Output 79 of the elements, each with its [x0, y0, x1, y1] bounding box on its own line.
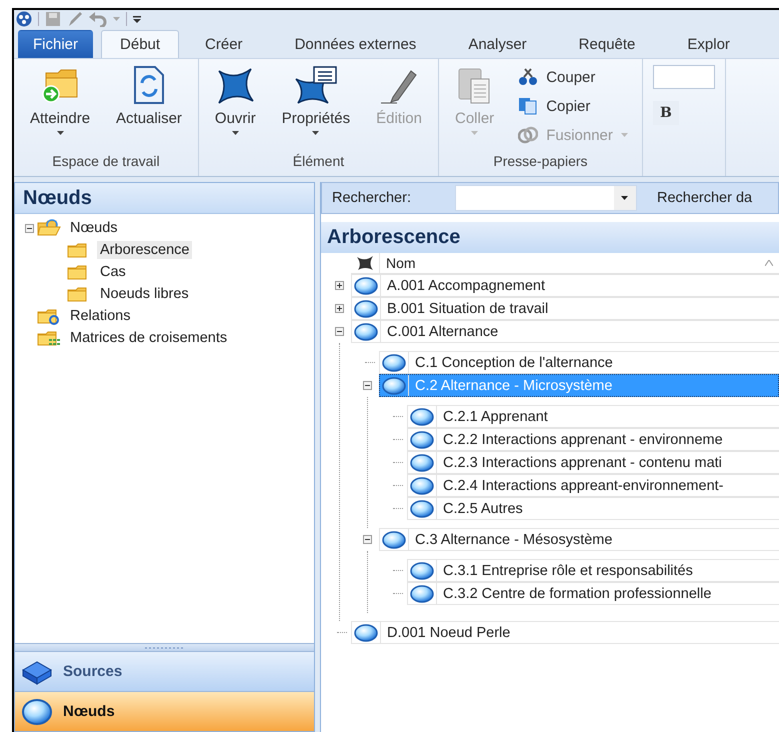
ribbon-tab[interactable]: Début [101, 30, 180, 58]
expand-toggle[interactable] [334, 304, 344, 313]
tree-row[interactable]: D.001 Noeud Perle [351, 621, 779, 644]
navigation-button[interactable]: Sources [15, 651, 314, 691]
tree-item[interactable]: Nœuds [37, 218, 124, 238]
tree-row[interactable]: C.1 Conception de l'alternance [379, 351, 779, 374]
open-folder-icon [37, 219, 61, 237]
bold-button[interactable]: B [652, 101, 679, 125]
font-field[interactable] [652, 65, 715, 89]
tree-item[interactable]: Noeuds libres [67, 284, 195, 304]
folder-icon [37, 329, 61, 347]
merge-icon [518, 126, 538, 144]
file-tab[interactable]: Fichier [18, 30, 94, 58]
sphere-icon [410, 584, 434, 602]
view-title: Arborescence [321, 222, 779, 253]
tree-row[interactable]: C.2.2 Interactions apprenant - environneme [407, 428, 779, 451]
tree-row[interactable]: C.2.5 Autres [407, 497, 779, 520]
collapse-toggle[interactable] [362, 381, 372, 390]
sort-icon [765, 260, 773, 266]
copy-icon [518, 97, 538, 115]
collapse-toggle[interactable] [362, 535, 372, 544]
scissors-icon [518, 68, 538, 86]
sphere-icon [354, 300, 378, 318]
sphere-icon [410, 476, 434, 494]
sphere-icon [382, 530, 406, 548]
tree-row[interactable]: B.001 Situation de travail [351, 297, 779, 320]
app-logo-icon[interactable] [16, 11, 32, 27]
ribbon-tab[interactable]: Données externes [268, 30, 442, 58]
tree-row[interactable]: C.2.4 Interactions appreant-environnement- [407, 474, 779, 497]
sphere-icon [354, 624, 378, 642]
ribbon-button[interactable]: Copier [514, 94, 632, 118]
sphere-icon [354, 276, 378, 294]
tree-row[interactable]: C.3.2 Centre de formation professionnelle [407, 582, 779, 605]
tree-row[interactable]: A.001 Accompagnement [351, 274, 779, 297]
ribbon-button[interactable]: Couper [514, 65, 632, 89]
sphere-icon [410, 562, 434, 580]
sphere-icon [410, 408, 434, 426]
sphere-icon [21, 698, 53, 726]
tree-row[interactable]: C.3 Alternance - Mésosystème [379, 528, 779, 551]
sphere-icon [382, 376, 406, 394]
panel-title: Nœuds [15, 183, 314, 214]
group-label: Espace de travail [51, 153, 161, 171]
ribbon-button[interactable]: Atteindre [24, 65, 96, 153]
navigation-button[interactable]: Nœuds [15, 691, 314, 731]
tree-row[interactable]: C.2.3 Interactions apprenant - contenu mati [407, 451, 779, 474]
ribbon-button[interactable]: Ouvrir [208, 65, 262, 153]
tree-item[interactable]: Matrices de croisements [37, 328, 234, 348]
expand-toggle[interactable] [334, 281, 344, 290]
refresh-document-icon [132, 65, 165, 105]
search-scope-label: Rechercher da [656, 190, 752, 206]
ribbon-tab[interactable]: Créer [179, 30, 269, 58]
node-star-icon [356, 255, 374, 271]
caret-icon [621, 196, 628, 200]
sphere-icon [382, 354, 406, 372]
group-label: Presse-papiers [492, 153, 589, 171]
folder-icon [37, 307, 61, 325]
column-header[interactable]: Nom [379, 253, 779, 273]
tree-item[interactable]: Cas [67, 262, 132, 282]
tree-row[interactable]: C.2.1 Apprenant [407, 405, 779, 428]
tree-row[interactable]: C.3.1 Entreprise rôle et responsabilités [407, 559, 779, 582]
search-label: Rechercher: [332, 190, 411, 206]
group-label: Élément [292, 153, 346, 171]
sphere-icon [410, 500, 434, 518]
caret-icon [113, 17, 120, 21]
ribbon-tab[interactable]: Requête [552, 30, 662, 58]
collapse-toggle[interactable] [24, 224, 34, 232]
ribbon-tab[interactable]: Analyser [442, 30, 553, 58]
ribbon-tab[interactable]: Explor [661, 30, 756, 58]
splitter-handle[interactable] [15, 643, 314, 651]
customize-icon[interactable] [133, 14, 141, 24]
collapse-toggle[interactable] [334, 327, 344, 336]
sphere-icon [410, 454, 434, 472]
tree-row[interactable]: C.001 Alternance [351, 320, 779, 343]
tree-item[interactable]: Relations [37, 306, 136, 326]
ribbon-button[interactable]: Propriétés [276, 65, 356, 153]
sphere-icon [410, 430, 434, 448]
node-properties-icon [294, 65, 338, 105]
sphere-icon [354, 322, 378, 340]
ribbon-button[interactable]: Actualiser [110, 65, 188, 153]
